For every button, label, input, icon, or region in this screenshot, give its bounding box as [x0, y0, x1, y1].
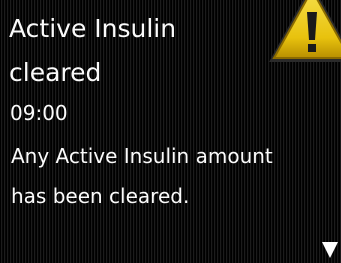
alert-message-line-1: Any Active Insulin amount [11, 144, 273, 168]
warning-triangle-icon [269, 0, 341, 62]
alert-screen: Active Insulin cleared 09:00 Any Active … [0, 0, 341, 263]
alert-time: 09:00 [10, 101, 68, 125]
alert-title-line-2: cleared [9, 58, 102, 87]
scroll-down-arrow-icon[interactable] [322, 242, 338, 258]
alert-message-line-2: has been cleared. [11, 184, 190, 208]
alert-title-line-1: Active Insulin [9, 14, 177, 43]
